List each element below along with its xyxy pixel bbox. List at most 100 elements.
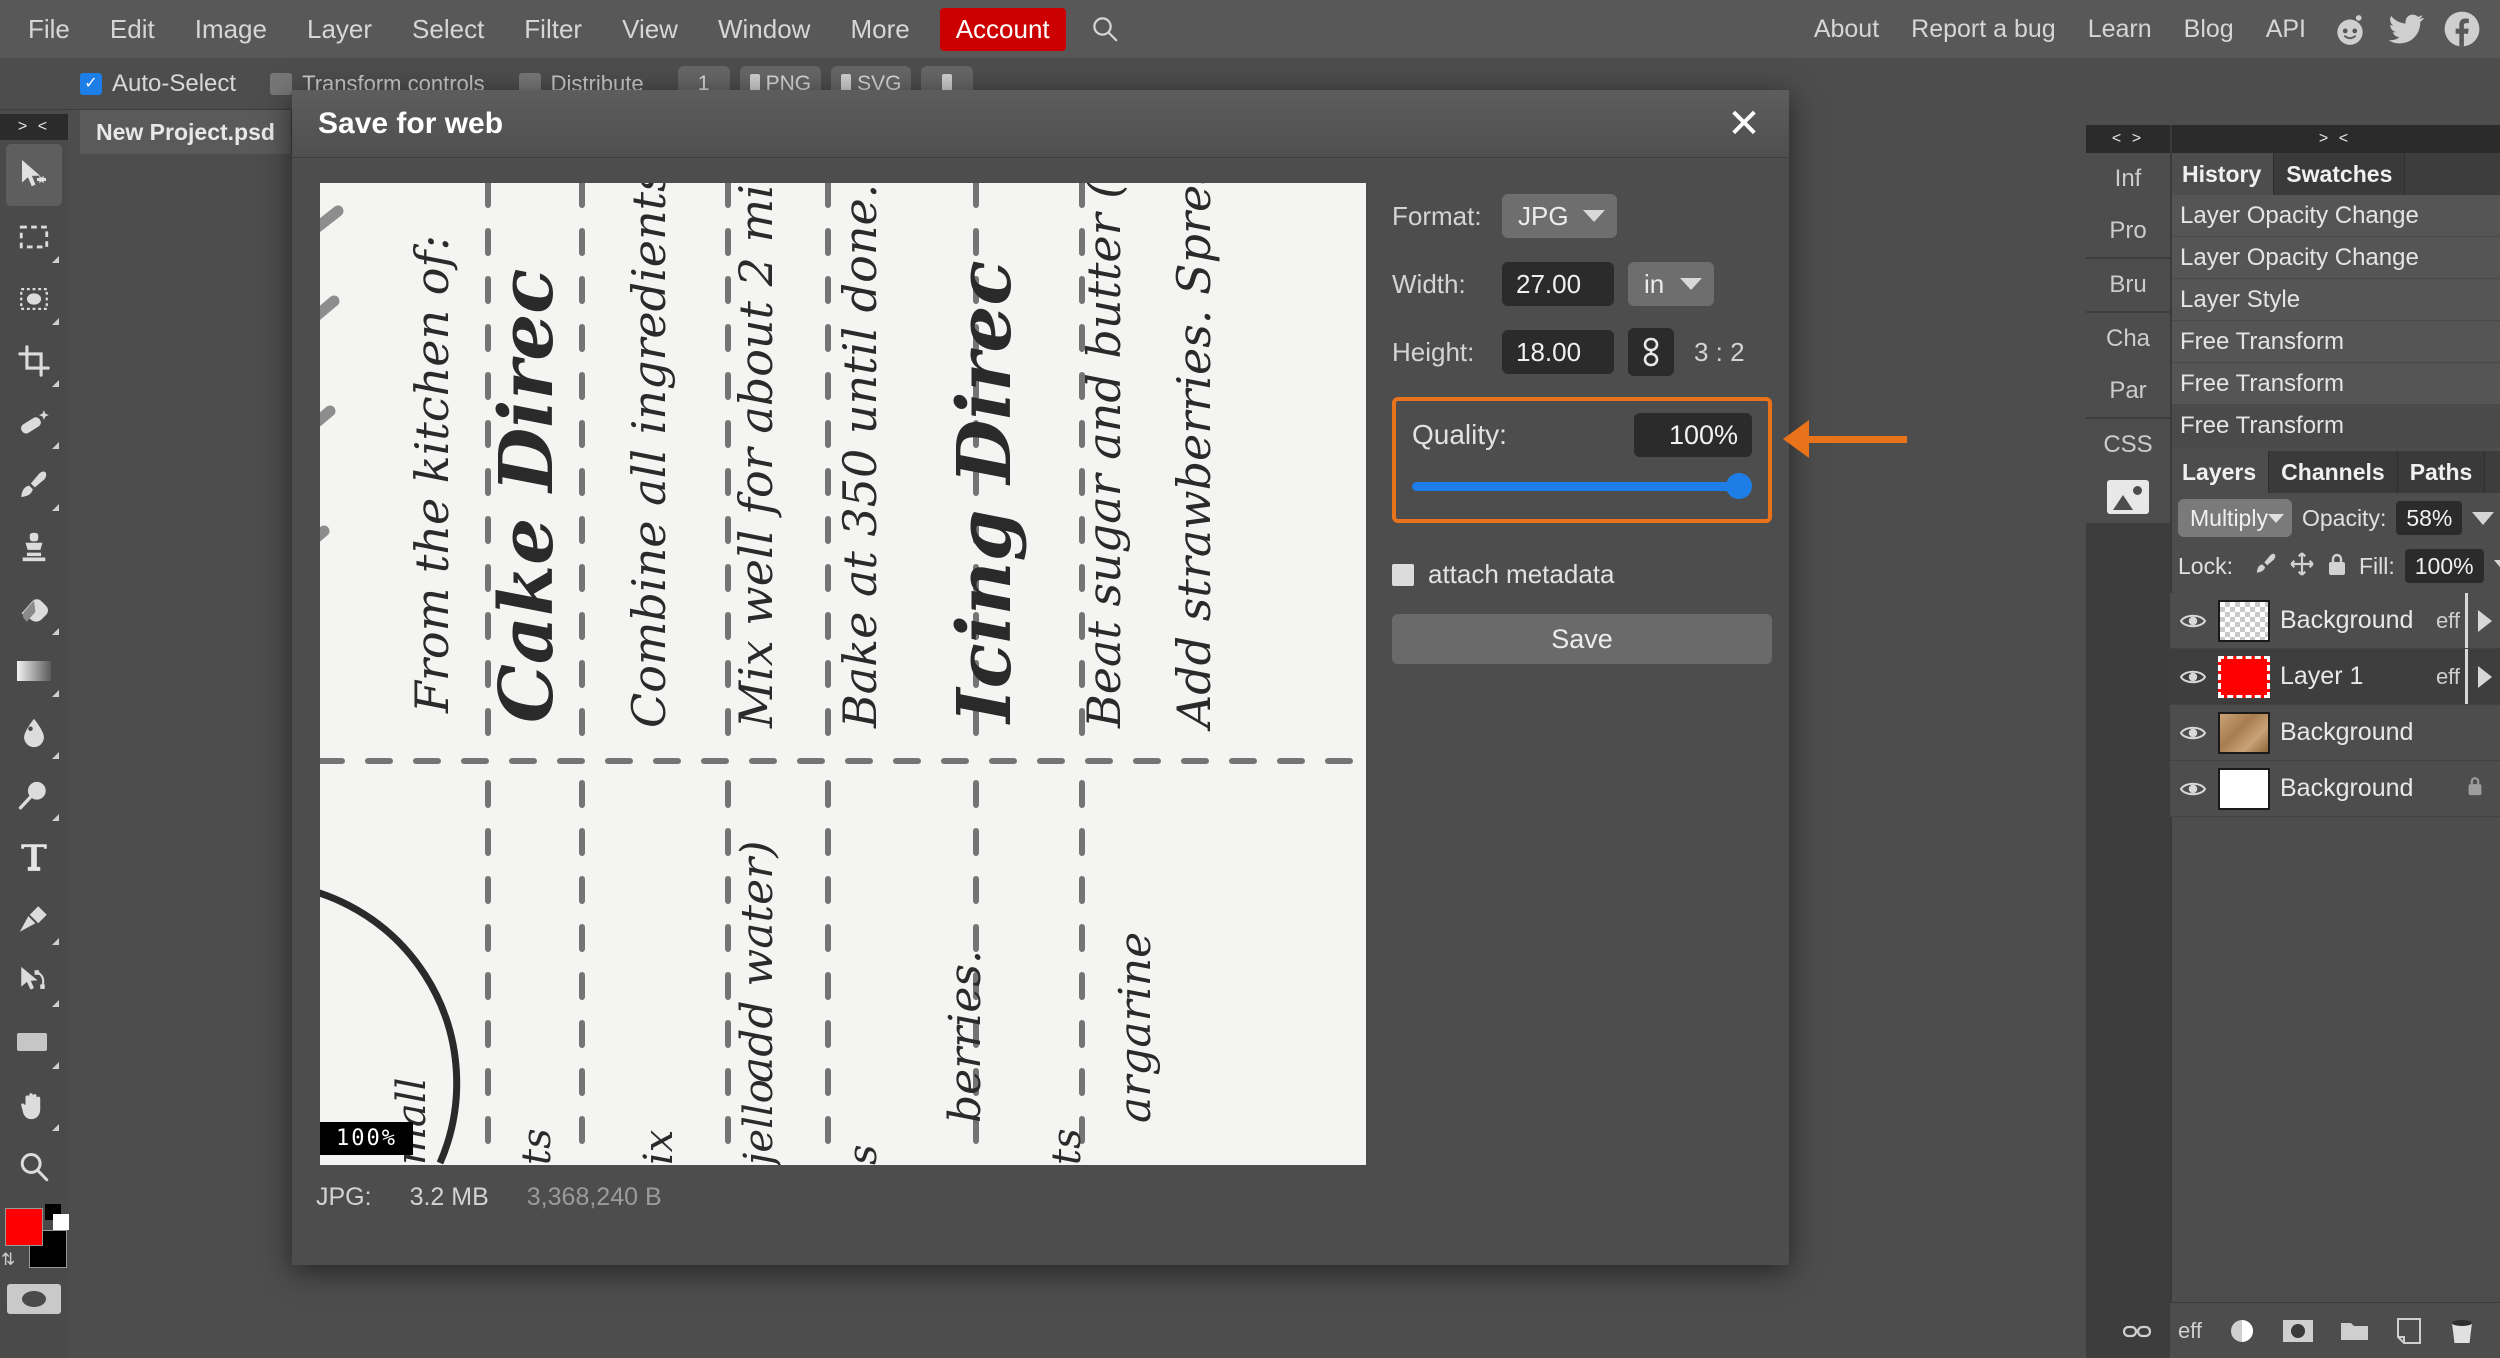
new-group-icon[interactable] <box>2340 1319 2370 1343</box>
clone-stamp-tool[interactable] <box>6 516 62 578</box>
expand-layer-icon[interactable] <box>2478 609 2492 632</box>
menu-select[interactable]: Select <box>392 8 504 51</box>
eraser-tool[interactable] <box>6 578 62 640</box>
save-button[interactable]: Save <box>1392 614 1772 664</box>
move-lock-icon[interactable] <box>2289 551 2315 582</box>
healing-brush-tool[interactable] <box>6 392 62 454</box>
tab-channels[interactable]: Channels <box>2269 451 2398 493</box>
image-preview[interactable]: From the kitchen of: Cake Direc Combine … <box>320 183 1366 1165</box>
zoom-tool[interactable] <box>6 1136 62 1198</box>
close-icon[interactable]: ✕ <box>1721 104 1767 150</box>
dock-collapse-button[interactable]: > < <box>2170 125 2500 153</box>
dodge-tool[interactable] <box>6 764 62 826</box>
quick-mask-button[interactable] <box>7 1284 61 1314</box>
history-item[interactable]: Layer Style <box>2170 279 2500 321</box>
history-item[interactable]: Layer Opacity Change <box>2170 237 2500 279</box>
adjustment-layer-icon[interactable] <box>2228 1317 2256 1345</box>
brush-tool[interactable] <box>6 454 62 516</box>
chain-link-icon[interactable] <box>1628 328 1674 376</box>
history-item[interactable]: Free Transform <box>2170 321 2500 363</box>
history-item-selected[interactable]: Free Transform <box>2170 405 2500 447</box>
menu-learn[interactable]: Learn <box>2074 9 2166 50</box>
move-tool[interactable] <box>6 144 62 206</box>
expand-layer-icon[interactable] <box>2478 665 2492 688</box>
slider-handle[interactable] <box>1726 473 1752 499</box>
menu-layer[interactable]: Layer <box>287 8 392 51</box>
history-item[interactable]: Free Transform <box>2170 363 2500 405</box>
fill-dropdown-icon[interactable] <box>2493 559 2500 573</box>
width-input[interactable]: 27.00 <box>1502 262 1614 306</box>
layer-visibility-icon[interactable] <box>2178 779 2208 799</box>
panel-tab-paragraph[interactable]: Par <box>2086 365 2170 417</box>
layer-thumbnail[interactable] <box>2218 599 2270 642</box>
layer-effects-icon[interactable]: eff <box>2178 1318 2202 1344</box>
menu-blog[interactable]: Blog <box>2170 9 2248 50</box>
attach-metadata-checkbox[interactable]: attach metadata <box>1392 559 1772 590</box>
strip-expand-button[interactable]: < > <box>2086 125 2170 153</box>
menu-filter[interactable]: Filter <box>504 8 602 51</box>
twitter-icon[interactable] <box>2386 9 2426 49</box>
lasso-tool[interactable] <box>6 268 62 330</box>
panel-tab-character[interactable]: Cha <box>2086 313 2170 365</box>
panel-tab-image[interactable] <box>2086 471 2170 523</box>
quality-value-input[interactable]: 100% <box>1634 413 1752 457</box>
layer-mask-icon[interactable] <box>2282 1319 2314 1343</box>
layer-visibility-icon[interactable] <box>2178 611 2208 631</box>
layer-thumbnail[interactable] <box>2218 655 2270 698</box>
tab-layers[interactable]: Layers <box>2170 451 2270 493</box>
swap-colors-icon[interactable]: ⇅ <box>1 1250 15 1270</box>
gradient-tool[interactable] <box>6 640 62 702</box>
path-selection-tool[interactable] <box>6 950 62 1012</box>
menu-more[interactable]: More <box>830 8 929 51</box>
link-layers-icon[interactable] <box>2122 1321 2152 1341</box>
new-layer-icon[interactable] <box>2396 1317 2422 1345</box>
crop-tool[interactable] <box>6 330 62 392</box>
auto-select-checkbox[interactable]: ✓ Auto-Select <box>80 70 236 98</box>
panel-tab-brushes[interactable]: Bru <box>2086 259 2170 311</box>
reddit-icon[interactable] <box>2330 9 2370 49</box>
hand-tool[interactable] <box>6 1074 62 1136</box>
default-colors-white-icon[interactable] <box>53 1214 69 1230</box>
layer-effects-label[interactable]: eff <box>2436 664 2460 690</box>
panel-tab-css[interactable]: CSS <box>2086 419 2170 471</box>
foreground-color-swatch[interactable] <box>5 1208 43 1246</box>
document-tab-new-project[interactable]: New Project.psd <box>80 110 292 154</box>
layer-thumbnail[interactable] <box>2218 711 2270 754</box>
type-tool[interactable] <box>6 826 62 888</box>
pen-tool[interactable] <box>6 888 62 950</box>
layer-visibility-icon[interactable] <box>2178 723 2208 743</box>
rectangular-marquee-tool[interactable] <box>6 206 62 268</box>
search-icon[interactable] <box>1076 14 1134 44</box>
tools-collapse-button[interactable]: > < <box>0 114 68 140</box>
menu-file[interactable]: File <box>8 8 90 51</box>
menu-api[interactable]: API <box>2252 9 2320 50</box>
menu-image[interactable]: Image <box>175 8 287 51</box>
table-row[interactable]: Layer 1 eff <box>2170 649 2500 705</box>
layer-visibility-icon[interactable] <box>2178 667 2208 687</box>
table-row[interactable]: Background <box>2170 705 2500 761</box>
unit-select[interactable]: in <box>1628 262 1714 306</box>
panel-tab-info[interactable]: Inf <box>2086 153 2170 205</box>
paint-lock-icon[interactable] <box>2253 551 2279 582</box>
menu-account[interactable]: Account <box>939 7 1066 51</box>
panel-tab-properties[interactable]: Pro <box>2086 205 2170 257</box>
layer-thumbnail[interactable] <box>2218 767 2270 810</box>
blend-mode-select[interactable]: Multiply <box>2178 499 2292 537</box>
facebook-icon[interactable] <box>2442 9 2482 49</box>
menu-window[interactable]: Window <box>698 8 830 51</box>
delete-layer-icon[interactable] <box>2448 1317 2476 1345</box>
quality-slider[interactable] <box>1412 473 1752 499</box>
menu-about[interactable]: About <box>1800 9 1893 50</box>
tab-paths[interactable]: Paths <box>2397 451 2486 493</box>
tab-history[interactable]: History <box>2170 153 2275 195</box>
layer-effects-label[interactable]: eff <box>2436 608 2460 634</box>
blur-tool[interactable] <box>6 702 62 764</box>
menu-edit[interactable]: Edit <box>90 8 175 51</box>
shape-tool[interactable] <box>6 1012 62 1074</box>
menu-report-a-bug[interactable]: Report a bug <box>1897 9 2070 50</box>
color-picker-swatches[interactable]: ⇅ <box>1 1204 69 1269</box>
all-lock-icon[interactable] <box>2325 551 2349 582</box>
format-select[interactable]: JPG <box>1502 194 1617 238</box>
table-row[interactable]: Background eff <box>2170 593 2500 649</box>
menu-view[interactable]: View <box>602 8 698 51</box>
